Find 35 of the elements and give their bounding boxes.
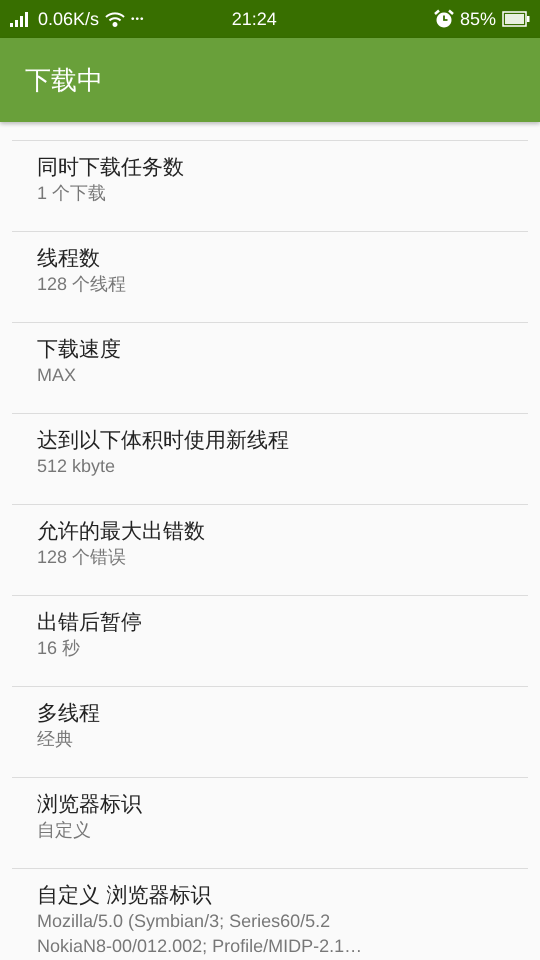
setting-item[interactable]: 浏览器标识 自定义 — [12, 777, 528, 868]
setting-item[interactable]: 达到以下体积时使用新线程 512 kbyte — [12, 413, 528, 504]
clock: 21:24 — [232, 8, 278, 30]
setting-title: 出错后暂停 — [37, 609, 143, 636]
setting-title: 自定义 浏览器标识 — [37, 882, 213, 909]
setting-title: 多线程 — [37, 700, 101, 727]
setting-item[interactable]: 线程数 128 个线程 — [12, 231, 528, 322]
setting-value: 128 个线程 — [37, 273, 128, 296]
alarm-icon — [434, 9, 454, 29]
battery-level: 85% — [460, 8, 496, 30]
setting-value: MAX — [37, 364, 78, 387]
setting-value: 自定义 — [37, 819, 92, 842]
setting-title: 同时下载任务数 — [37, 154, 185, 181]
setting-item[interactable]: 下载速度 MAX — [12, 322, 528, 413]
setting-item[interactable]: 允许的最大出错数 128 个错误 — [12, 504, 528, 595]
more-notifications: ••• — [131, 14, 145, 24]
network-speed: 0.06K/s — [38, 8, 100, 30]
setting-item[interactable]: 出错后暂停 16 秒 — [12, 595, 528, 686]
setting-item[interactable]: 自定义 浏览器标识 Mozilla/5.0 (Symbian/3; Series60/5.2 NokiaN8-00/012.002; Profile/MIDP-2.1… — [12, 868, 528, 959]
setting-value: Mozilla/5.0 (Symbian/3; Series60/5.2 NokiaN8-00/012.002; Profile/MIDP-2.1… — [37, 910, 364, 958]
setting-value: 1 个下载 — [37, 182, 108, 205]
setting-title: 线程数 — [37, 245, 101, 272]
setting-value: 经典 — [37, 728, 74, 751]
setting-value: 16 秒 — [37, 637, 82, 660]
setting-title: 达到以下体积时使用新线程 — [37, 427, 290, 454]
battery-icon — [502, 11, 530, 27]
setting-value: 128 个错误 — [37, 546, 128, 569]
setting-title: 下载速度 — [37, 336, 122, 363]
setting-title: 允许的最大出错数 — [37, 518, 206, 545]
setting-title: 浏览器标识 — [37, 791, 143, 818]
wifi-icon — [105, 11, 126, 27]
setting-item[interactable]: 同时下载任务数 1 个下载 — [12, 140, 528, 231]
setting-item[interactable]: 多线程 经典 — [12, 686, 528, 777]
setting-value: 512 kbyte — [37, 455, 116, 478]
screen-title: 下载中 — [25, 64, 103, 98]
